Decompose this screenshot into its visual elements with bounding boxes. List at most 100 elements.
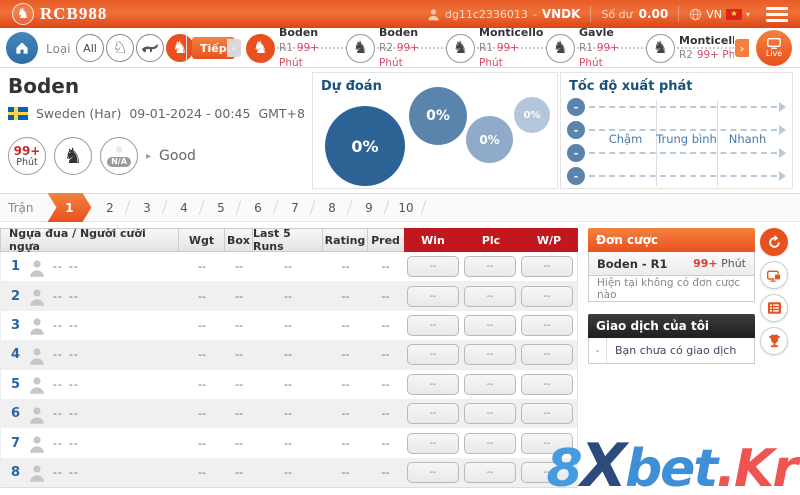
scroll-right-icon[interactable]: › — [735, 39, 749, 57]
race-number-tab[interactable]: 4 — [165, 193, 202, 222]
transactions-empty-row: - Bạn chưa có giao dịch — [588, 338, 755, 364]
race-number: R1 — [579, 41, 593, 54]
results-list-button[interactable] — [760, 294, 788, 322]
race-number-tabs: 1 2 3 4 5 6 7 8 9 10 — [47, 194, 424, 221]
jockey-avatar-icon — [29, 345, 47, 365]
win-odds-button[interactable]: -- — [407, 461, 459, 483]
runner-number: 5 — [11, 376, 21, 392]
runner-weight: -- — [198, 407, 206, 421]
win-odds-button[interactable]: -- — [407, 373, 459, 395]
filter-horse-racing-icon[interactable]: ♘ — [106, 34, 134, 62]
bet-columns-header: Win Plc W/P — [404, 228, 578, 252]
wp-odds-button[interactable]: -- — [521, 461, 573, 483]
home-button[interactable] — [6, 32, 38, 64]
runner-box: -- — [235, 377, 243, 391]
runner-rating: -- — [341, 436, 350, 450]
lane-dashed-track — [589, 106, 777, 108]
race-venue: Boden — [379, 28, 419, 39]
table-row: 8 -- -- -- -- -- -- -- -- -- -- — [1, 457, 577, 488]
plc-odds-button[interactable]: -- — [464, 432, 516, 454]
wp-odds-button[interactable]: -- — [521, 256, 573, 278]
lane-dashed-track — [589, 152, 777, 154]
globe-icon — [689, 8, 702, 20]
runner-last5: -- — [284, 318, 292, 332]
race-number-tab[interactable]: 1 — [47, 193, 91, 222]
plc-odds-button[interactable]: -- — [464, 314, 516, 336]
jockey-avatar-icon — [29, 315, 47, 336]
leaderboard-button[interactable] — [760, 327, 788, 355]
race-number-tab[interactable]: 6 — [239, 193, 276, 222]
plc-odds-button[interactable]: -- — [464, 461, 516, 483]
race-countdown: 99+ Ph — [696, 49, 734, 62]
win-odds-button[interactable]: -- — [407, 403, 459, 425]
race-nav-item[interactable]: ♞ Monticello R1 99+ Phút — [446, 28, 546, 68]
language-selector[interactable]: VN ★ ▾ — [689, 8, 750, 21]
harness-horse-icon: ♞ — [346, 33, 375, 63]
user-account[interactable]: dg11c2336013 - VNDK — [427, 7, 580, 21]
filter-all-button[interactable]: All — [76, 34, 104, 62]
runner-rating: -- — [341, 377, 350, 391]
live-video-button[interactable] — [760, 261, 788, 289]
live-button[interactable]: Live — [756, 30, 792, 66]
plc-odds-button[interactable]: -- — [464, 256, 516, 278]
race-number-tab[interactable]: 8 — [313, 193, 350, 222]
win-odds-button[interactable]: -- — [407, 432, 459, 454]
language-code: VN — [706, 7, 722, 21]
wp-odds-button[interactable]: -- — [521, 403, 573, 425]
wp-odds-button[interactable]: -- — [521, 373, 573, 395]
main-content: Ngựa đua / Người cưỡi ngựa Wgt Box Last … — [0, 227, 800, 495]
plc-odds-button[interactable]: -- — [464, 403, 516, 425]
runner-last5: -- — [284, 348, 292, 362]
win-odds-button[interactable]: -- — [407, 344, 459, 366]
jockey-name: -- — [68, 465, 79, 479]
user-icon — [428, 8, 439, 20]
jockey-avatar-icon — [29, 433, 47, 453]
race-number-tab[interactable]: 3 — [128, 193, 165, 222]
runner-rating: -- — [341, 407, 350, 421]
live-label: Live — [765, 49, 783, 58]
runner-box: -- — [235, 348, 243, 362]
race-nav-item[interactable]: ♞ Boden R1 99+ Phút — [246, 28, 346, 68]
brand-logo[interactable]: ♞ RCB988 — [12, 3, 107, 25]
speed-lane: - — [567, 144, 786, 162]
jockey-name: -- — [68, 436, 79, 450]
harness-horse-icon: ♞ — [646, 33, 675, 63]
race-number-tab[interactable]: 5 — [202, 193, 239, 222]
refresh-button[interactable] — [760, 228, 788, 256]
plc-odds-button[interactable]: -- — [464, 344, 516, 366]
wp-odds-button[interactable]: -- — [521, 285, 573, 307]
plc-odds-button[interactable]: -- — [464, 373, 516, 395]
lane-marker: - — [567, 167, 585, 185]
topbar-right: dg11c2336013 - VNDK Số dư 0.00 VN ★ ▾ — [427, 6, 788, 22]
race-number-tab[interactable]: 10 — [387, 193, 424, 222]
jockey-avatar-icon — [29, 257, 47, 277]
runner-pred: -- — [381, 318, 390, 332]
filter-harness-icon[interactable]: ♞ — [166, 34, 194, 62]
race-number-tab[interactable]: 7 — [276, 193, 313, 222]
tv-icon — [767, 38, 781, 49]
race-info-row: Boden Sweden (Har) 09-01-2024 - 00:45 GM… — [0, 68, 800, 193]
refresh-icon — [768, 234, 780, 248]
win-odds-button[interactable]: -- — [407, 314, 459, 336]
race-number-tab[interactable]: 2 — [91, 193, 128, 222]
race-number-tab[interactable]: 9 — [350, 193, 387, 222]
hamburger-menu-icon[interactable] — [766, 6, 788, 22]
runner-name: -- — [53, 260, 63, 274]
col-header-box: Box — [225, 229, 253, 251]
win-odds-button[interactable]: -- — [407, 256, 459, 278]
race-nav-item[interactable]: ♞ Boden R2 99+ Phút — [346, 28, 446, 68]
race-venue: Boden — [279, 28, 319, 39]
race-nav-item[interactable]: ♞ Monticello R2 99+ Ph — [646, 28, 734, 68]
win-odds-button[interactable]: -- — [407, 285, 459, 307]
type-label: Loại — [46, 42, 71, 56]
runner-weight: -- — [198, 318, 206, 332]
scroll-left-icon[interactable]: ‹ — [227, 39, 241, 57]
plc-odds-button[interactable]: -- — [464, 285, 516, 307]
wp-odds-button[interactable]: -- — [521, 432, 573, 454]
brand-name: RCB988 — [40, 4, 108, 23]
wp-odds-button[interactable]: -- — [521, 314, 573, 336]
filter-greyhound-icon[interactable] — [136, 34, 164, 62]
weather-badge: ☼ N/A — [100, 137, 138, 175]
wp-odds-button[interactable]: -- — [521, 344, 573, 366]
race-nav-item[interactable]: ♞ Gavle R1 99+ Phút — [546, 28, 646, 68]
